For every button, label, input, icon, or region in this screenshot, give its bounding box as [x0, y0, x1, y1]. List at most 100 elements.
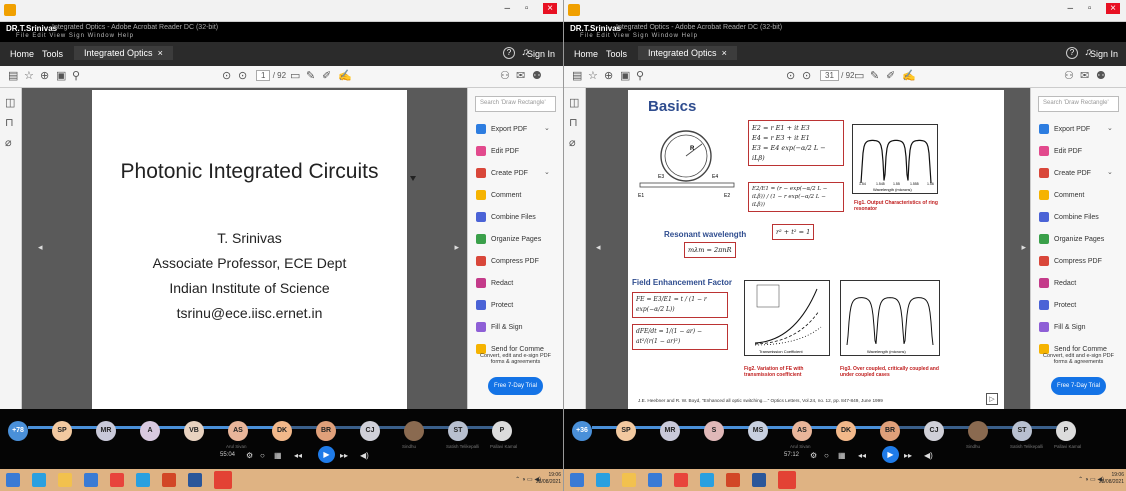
comment-icon[interactable]: ▭ — [854, 69, 864, 82]
next-page-icon[interactable]: ⊙ — [802, 69, 811, 82]
tab-tools[interactable]: Tools — [606, 49, 627, 59]
close-icon[interactable]: × — [543, 3, 557, 14]
start-icon[interactable] — [570, 473, 584, 487]
free-trial-button[interactable]: Free 7-Day Trial — [1051, 377, 1106, 395]
zoom-icon[interactable]: ⚲ — [72, 69, 80, 82]
tool-item[interactable]: Export PDF ⌄ — [476, 124, 550, 134]
participant-avatar[interactable]: MS — [748, 421, 768, 441]
tab-close-icon[interactable]: × — [158, 48, 163, 58]
fast-forward-icon[interactable]: ▸▸ — [340, 451, 348, 460]
slide-next-icon[interactable]: ▷ — [986, 393, 998, 405]
window-controls[interactable]: – ▫ × — [1067, 3, 1120, 14]
store-icon[interactable] — [84, 473, 98, 487]
close-icon[interactable]: × — [1106, 3, 1120, 14]
volume-icon[interactable]: ◀) — [360, 451, 369, 460]
tool-item[interactable]: Protect — [476, 300, 513, 310]
tab-document[interactable]: Integrated Optics × — [638, 46, 737, 60]
share-icon[interactable]: ⚇ — [1064, 69, 1074, 82]
participant-avatar[interactable]: BR — [316, 421, 336, 441]
tab-home[interactable]: Home — [574, 49, 598, 59]
participant-avatar[interactable]: S — [704, 421, 724, 441]
tool-item[interactable]: Organize Pages — [1039, 234, 1104, 244]
chevron-down-icon[interactable]: ⌄ — [544, 168, 550, 176]
play-button[interactable]: ▶ — [882, 446, 899, 463]
rewind-icon[interactable]: ◂◂ — [858, 451, 866, 460]
ie-icon[interactable] — [32, 473, 46, 487]
word-icon[interactable] — [752, 473, 766, 487]
participant-avatar[interactable]: MR — [96, 421, 116, 441]
tool-item[interactable]: Fill & Sign — [1039, 322, 1086, 332]
participant-avatar[interactable]: DK — [272, 421, 292, 441]
acrobat-icon[interactable] — [778, 471, 796, 489]
tools-search-input[interactable]: Search 'Draw Rectangle' — [1038, 96, 1119, 112]
edge-icon[interactable] — [136, 473, 150, 487]
record-icon[interactable]: ○ — [824, 451, 829, 460]
tool-item[interactable]: Create PDF ⌄ — [476, 168, 550, 178]
participant-avatar[interactable]: DK — [836, 421, 856, 441]
participant-avatar[interactable]: P — [1056, 421, 1076, 441]
mail-icon[interactable]: ✉ — [516, 69, 525, 82]
panel-toggle-arrow-icon[interactable]: ▸ — [454, 242, 459, 253]
print-icon[interactable]: ▣ — [620, 69, 630, 82]
settings-icon[interactable]: ⚙ — [246, 451, 253, 460]
volume-icon[interactable]: ◀) — [924, 451, 933, 460]
fast-forward-icon[interactable]: ▸▸ — [904, 451, 912, 460]
menu-bar[interactable]: File Edit View Sign Window Help — [16, 33, 134, 39]
participant-avatar[interactable]: VB — [184, 421, 204, 441]
people-icon[interactable]: ⚉ — [1096, 69, 1106, 82]
attachments-icon[interactable]: ⌀ — [5, 136, 12, 149]
page-thumbnails-icon[interactable]: ◫ — [5, 96, 15, 109]
tab-home[interactable]: Home — [10, 49, 34, 59]
sign-in-link[interactable]: Sign In — [1090, 49, 1118, 59]
participant-avatar[interactable]: BR — [880, 421, 900, 441]
powerpoint-icon[interactable] — [726, 473, 740, 487]
participant-avatar[interactable] — [404, 421, 424, 441]
tool-item[interactable]: Combine Files — [476, 212, 536, 222]
zoom-icon[interactable]: ⚲ — [636, 69, 644, 82]
record-icon[interactable]: ○ — [260, 451, 265, 460]
tool-item[interactable]: Protect — [1039, 300, 1076, 310]
participant-avatar[interactable]: ST — [1012, 421, 1032, 441]
tool-item[interactable]: Redact — [476, 278, 513, 288]
tab-document[interactable]: Integrated Optics × — [74, 46, 173, 60]
prev-page-icon[interactable]: ⊙ — [222, 69, 231, 82]
tool-item[interactable]: Redact — [1039, 278, 1076, 288]
bookmarks-icon[interactable]: ⊓ — [5, 116, 14, 129]
participant-avatar[interactable]: CJ — [360, 421, 380, 441]
powerpoint-icon[interactable] — [162, 473, 176, 487]
participant-avatar[interactable]: A — [140, 421, 160, 441]
grid-icon[interactable]: ▦ — [274, 451, 282, 460]
prev-arrow-icon[interactable]: ◂ — [596, 242, 601, 253]
tool-item[interactable]: Compress PDF — [1039, 256, 1102, 266]
window-controls[interactable]: – ▫ × — [504, 3, 557, 14]
tool-item[interactable]: Edit PDF — [476, 146, 519, 156]
edge-icon[interactable] — [700, 473, 714, 487]
chevron-down-icon[interactable]: ⌄ — [544, 124, 550, 132]
tool-item[interactable]: Comment — [476, 190, 521, 200]
panel-toggle-arrow-icon[interactable]: ▸ — [1021, 242, 1026, 253]
participant-avatar[interactable]: P — [492, 421, 512, 441]
attachments-icon[interactable]: ⌀ — [569, 136, 576, 149]
page-number-input[interactable]: 31 — [820, 70, 839, 81]
bookmark-star-icon[interactable]: ☆ — [588, 69, 598, 82]
tool-item[interactable]: Export PDF ⌄ — [1039, 124, 1113, 134]
rewind-icon[interactable]: ◂◂ — [294, 451, 302, 460]
sign-icon[interactable]: ✍ — [902, 69, 916, 82]
prev-page-icon[interactable]: ⊙ — [786, 69, 795, 82]
participant-avatar[interactable]: AS — [792, 421, 812, 441]
explorer-icon[interactable] — [58, 473, 72, 487]
chevron-down-icon[interactable]: ⌄ — [1107, 168, 1113, 176]
play-button[interactable]: ▶ — [318, 446, 335, 463]
explorer-icon[interactable] — [622, 473, 636, 487]
pen-icon[interactable]: ✎ — [870, 69, 879, 82]
prev-arrow-icon[interactable]: ◂ — [38, 242, 43, 253]
tool-item[interactable]: Compress PDF — [476, 256, 539, 266]
tool-item[interactable]: Create PDF ⌄ — [1039, 168, 1113, 178]
comment-icon[interactable]: ▭ — [290, 69, 300, 82]
participant-avatar[interactable]: MR — [660, 421, 680, 441]
tool-item[interactable]: Fill & Sign — [476, 322, 523, 332]
bookmarks-icon[interactable]: ⊓ — [569, 116, 578, 129]
sign-in-link[interactable]: Sign In — [527, 49, 555, 59]
more-participants-badge[interactable]: +36 — [572, 421, 592, 441]
create-icon[interactable]: ▤ — [572, 69, 582, 82]
